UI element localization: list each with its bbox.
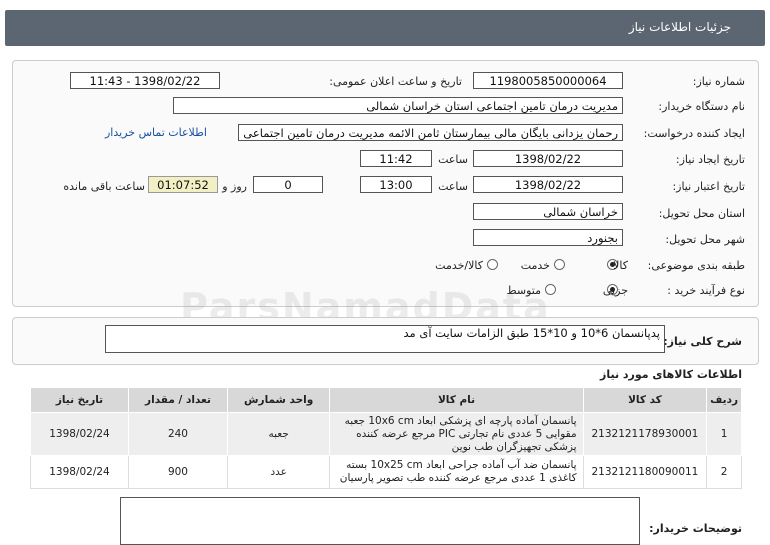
goods-table: ردیف کد کالا نام کالا واحد شمارش تعداد /… — [30, 387, 742, 489]
requester-label: ایجاد کننده درخواست: — [643, 127, 745, 140]
page-title: جزئیات اطلاعات نیاز — [628, 20, 731, 34]
category-radio-service[interactable] — [554, 259, 565, 270]
col-idx: ردیف — [706, 387, 742, 413]
valid-date-label: تاریخ اعتبار نیاز: — [672, 180, 745, 193]
city-field[interactable]: بجنورد — [473, 229, 623, 246]
row-date: 1398/02/24 — [30, 412, 129, 456]
row-qty: 900 — [127, 455, 228, 489]
buyer-notes-field[interactable] — [120, 497, 640, 545]
row-name: پانسمان ضد آب آماده جراحی ابعاد 10x25 cm… — [329, 455, 584, 489]
remaining-time-field: 01:07:52 — [148, 176, 218, 193]
contact-buyer-link[interactable]: اطلاعات تماس خریدار — [105, 126, 207, 139]
process-label: نوع فرآیند خرید : — [667, 284, 745, 297]
days-label: روز و — [222, 180, 247, 193]
row-unit: جعبه — [226, 412, 331, 456]
row-idx: 2 — [706, 455, 742, 489]
created-date-label: تاریخ ایجاد نیاز: — [675, 153, 745, 166]
goods-table-header: ردیف کد کالا نام کالا واحد شمارش تعداد /… — [30, 387, 742, 413]
row-code: 2132121180090011 — [582, 455, 708, 489]
category-option-service: خدمت — [520, 259, 550, 272]
requester-field[interactable]: رحمان یزدانی بایگان مالی بیمارستان ثامن … — [238, 124, 623, 141]
valid-date-field[interactable]: 1398/02/22 — [473, 176, 623, 193]
need-number-label: شماره نیاز: — [692, 75, 745, 88]
row-date: 1398/02/24 — [30, 455, 129, 489]
created-time-field[interactable]: 11:42 — [360, 150, 432, 167]
category-option-goods: کالا — [613, 259, 628, 272]
col-name: نام کالا — [329, 387, 584, 413]
goods-section-title: اطلاعات کالاهای مورد نیاز — [600, 368, 742, 381]
created-date-field[interactable]: 1398/02/22 — [473, 150, 623, 167]
col-code: کد کالا — [582, 387, 708, 413]
table-row[interactable]: 1 2132121178930001 پانسمان آماده پارچه ا… — [30, 412, 742, 456]
need-number-field[interactable]: 1198005850000064 — [473, 72, 623, 89]
summary-field[interactable]: پدپانسمان 6*10 و 10*15 طبق الزامات سایت … — [105, 325, 665, 353]
category-label: طبقه بندی موضوعی: — [647, 259, 745, 272]
header-bar: جزئیات اطلاعات نیاز — [5, 10, 765, 46]
valid-time-field[interactable]: 13:00 — [360, 176, 432, 193]
province-field[interactable]: خراسان شمالی — [473, 203, 623, 220]
row-qty: 240 — [127, 412, 228, 456]
col-unit: واحد شمارش — [226, 387, 331, 413]
row-code: 2132121178930001 — [582, 412, 708, 456]
row-name: پانسمان آماده پارچه ای پزشکی ابعاد 10x6 … — [329, 412, 584, 456]
valid-time-label: ساعت — [438, 180, 468, 193]
announce-label: تاریخ و ساعت اعلان عمومی: — [329, 75, 462, 88]
remaining-label: ساعت باقی مانده — [63, 180, 145, 193]
buyer-notes-label: توضیحات خریدار: — [649, 522, 742, 535]
province-label: استان محل تحویل: — [658, 207, 745, 220]
buyer-org-field[interactable]: مدیریت درمان تامین اجتماعی استان خراسان … — [173, 97, 623, 114]
days-field[interactable]: 0 — [253, 176, 323, 193]
col-date: تاریخ نیاز — [30, 387, 129, 413]
table-row[interactable]: 2 2132121180090011 پانسمان ضد آب آماده ج… — [30, 455, 742, 489]
process-option-minor: جزیی — [602, 284, 628, 297]
created-time-label: ساعت — [438, 153, 468, 166]
buyer-org-label: نام دستگاه خریدار: — [658, 100, 745, 113]
summary-label: شرح کلی نیاز: — [663, 335, 742, 348]
row-idx: 1 — [706, 412, 742, 456]
announce-field[interactable]: 1398/02/22 - 11:43 — [70, 72, 220, 89]
city-label: شهر محل تحویل: — [665, 233, 745, 246]
category-radio-goods-service[interactable] — [487, 259, 498, 270]
col-qty: تعداد / مقدار — [127, 387, 228, 413]
category-option-goods-service: کالا/خدمت — [435, 259, 483, 272]
row-unit: عدد — [226, 455, 331, 489]
